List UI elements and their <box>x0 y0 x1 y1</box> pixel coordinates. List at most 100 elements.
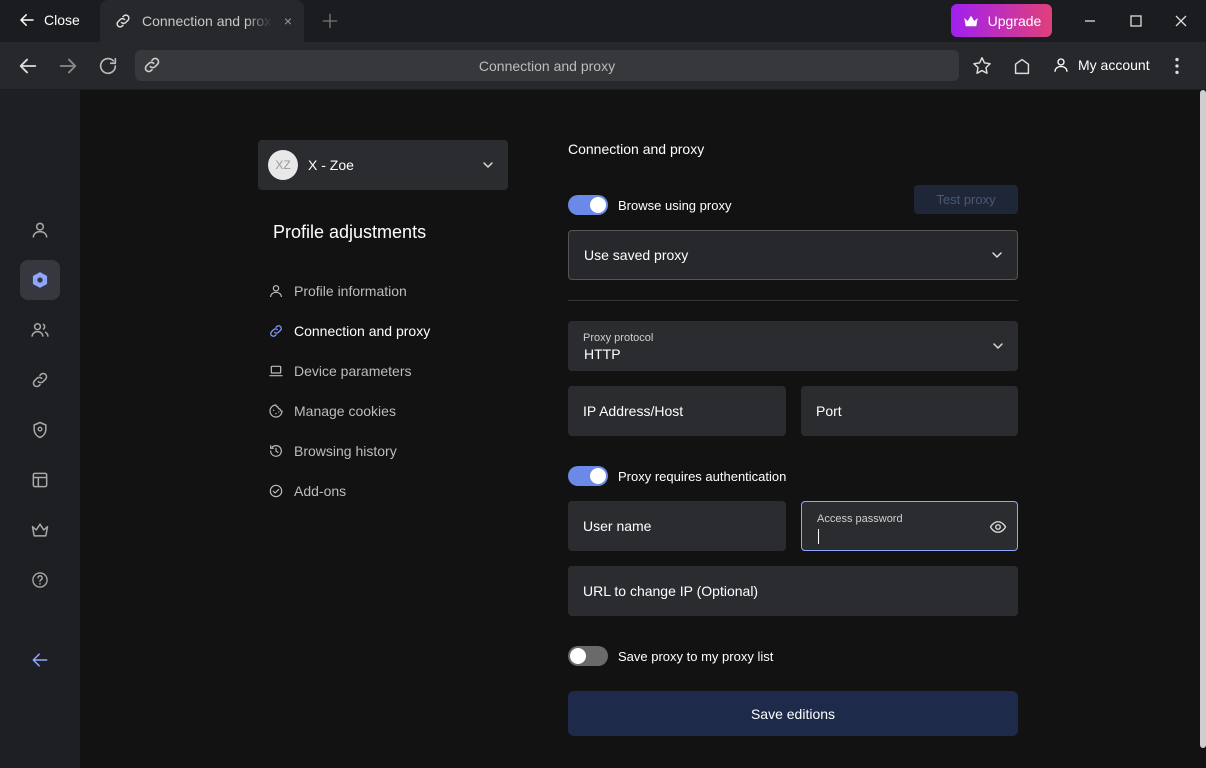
forward-button[interactable] <box>57 55 79 77</box>
users-icon <box>31 323 49 337</box>
saved-proxy-value: Use saved proxy <box>584 247 689 263</box>
maximize-button[interactable] <box>1126 11 1146 31</box>
proxy-auth-label: Proxy requires authentication <box>618 469 787 484</box>
proxy-protocol-select[interactable]: Proxy protocol HTTP <box>568 321 1018 371</box>
help-icon <box>32 572 48 588</box>
chevron-down-icon <box>483 162 493 168</box>
tab-connection-proxy[interactable]: Connection and proxy × <box>100 0 304 42</box>
close-button[interactable]: Close <box>10 6 88 34</box>
port-input[interactable]: Port <box>801 386 1018 436</box>
user-icon <box>270 285 282 298</box>
window-close-button[interactable] <box>1171 11 1191 31</box>
sidebar-item-security[interactable] <box>20 410 60 450</box>
sidebar-item-browser-profiles[interactable] <box>20 260 60 300</box>
tab-close-icon[interactable]: × <box>284 13 292 29</box>
link-icon <box>270 325 282 337</box>
sidebar-item-profile[interactable] <box>20 210 60 250</box>
back-button[interactable] <box>17 55 39 77</box>
menu-item-device-parameters[interactable]: Device parameters <box>268 359 412 383</box>
crown-icon <box>963 15 978 26</box>
browse-proxy-toggle[interactable] <box>568 195 608 215</box>
star-icon <box>973 57 991 74</box>
hexagon-icon <box>32 272 48 288</box>
history-icon <box>270 445 282 457</box>
sidebar-item-help[interactable] <box>20 560 60 600</box>
avatar: XZ <box>268 150 298 180</box>
proxy-protocol-label: Proxy protocol <box>583 332 654 344</box>
address-bar-row: Connection and proxy My account <box>0 42 1206 90</box>
bookmark-button[interactable] <box>971 55 993 77</box>
cookie-icon <box>269 404 283 418</box>
reload-button[interactable] <box>97 55 119 77</box>
sidebar-collapse-button[interactable] <box>20 640 60 680</box>
browse-proxy-label: Browse using proxy <box>618 198 732 213</box>
toggle-knob <box>570 648 586 664</box>
menu-item-connection-proxy[interactable]: Connection and proxy <box>268 319 430 343</box>
arrow-left-icon <box>19 58 37 74</box>
save-proxy-label: Save proxy to my proxy list <box>618 649 774 664</box>
menu-item-label: Add-ons <box>294 483 347 499</box>
more-menu-button[interactable] <box>1166 55 1188 77</box>
close-icon <box>1175 15 1187 27</box>
save-editions-button[interactable]: Save editions <box>568 691 1018 736</box>
crown-icon <box>31 523 49 537</box>
sidebar-item-premium[interactable] <box>20 510 60 550</box>
scrollbar[interactable] <box>1200 90 1206 748</box>
sidebar-item-templates[interactable] <box>20 460 60 500</box>
ip-address-placeholder: IP Address/Host <box>583 403 684 419</box>
change-ip-url-input[interactable]: URL to change IP (Optional) <box>568 566 1018 616</box>
upgrade-button[interactable]: Upgrade <box>951 4 1052 37</box>
profile-name: X - Zoe <box>308 157 354 173</box>
upgrade-label: Upgrade <box>987 12 1042 29</box>
kebab-menu-icon <box>1175 57 1179 75</box>
title-bar: Close Connection and proxy × Upgrade <box>0 0 1206 42</box>
menu-item-browsing-history[interactable]: Browsing history <box>268 439 397 463</box>
toggle-knob <box>590 468 606 484</box>
form-title: Connection and proxy <box>568 141 705 157</box>
laptop-icon <box>269 365 283 377</box>
sidebar-item-team[interactable] <box>20 310 60 350</box>
proxy-auth-toggle[interactable] <box>568 466 608 486</box>
shield-icon <box>33 421 47 439</box>
menu-item-label: Browsing history <box>294 443 397 459</box>
sidebar-item-proxies[interactable] <box>20 360 60 400</box>
profile-selector[interactable]: XZ X - Zoe <box>258 140 508 190</box>
new-tab-button[interactable] <box>320 11 340 31</box>
password-input[interactable]: Access password <box>801 501 1018 551</box>
menu-item-add-ons[interactable]: Add-ons <box>268 479 346 503</box>
tab-label: Connection and proxy <box>142 13 272 29</box>
menu-item-manage-cookies[interactable]: Manage cookies <box>268 399 396 423</box>
test-proxy-button[interactable]: Test proxy <box>914 185 1018 214</box>
url-text: Connection and proxy <box>478 58 616 74</box>
home-icon <box>1014 58 1030 75</box>
link-icon <box>32 372 48 388</box>
user-icon <box>32 222 48 238</box>
chevron-down-icon <box>992 252 1002 258</box>
username-input[interactable]: User name <box>568 501 786 551</box>
layout-icon <box>32 472 48 488</box>
minimize-button[interactable] <box>1080 11 1100 31</box>
minimize-icon <box>1085 20 1095 22</box>
menu-item-label: Profile information <box>294 283 407 299</box>
menu-item-label: Device parameters <box>294 363 412 379</box>
url-bar[interactable]: Connection and proxy <box>135 50 959 81</box>
divider <box>568 300 1018 301</box>
maximize-icon <box>1130 15 1142 27</box>
menu-item-profile-information[interactable]: Profile information <box>268 279 407 303</box>
home-button[interactable] <box>1011 55 1033 77</box>
my-account-label: My account <box>1078 57 1150 73</box>
page-title: Profile adjustments <box>273 222 427 242</box>
reload-icon <box>99 57 117 75</box>
ip-address-input[interactable]: IP Address/Host <box>568 386 786 436</box>
arrow-left-icon <box>20 14 34 26</box>
saved-proxy-select[interactable]: Use saved proxy <box>568 230 1018 280</box>
icon-sidebar <box>0 90 80 768</box>
toggle-knob <box>590 197 606 213</box>
check-circle-icon <box>269 484 283 498</box>
arrow-left-icon <box>32 653 48 667</box>
menu-item-label: Connection and proxy <box>294 323 431 339</box>
save-proxy-toggle[interactable] <box>568 646 608 666</box>
eye-icon[interactable] <box>989 518 1007 536</box>
my-account-button[interactable]: My account <box>1052 53 1150 77</box>
menu-item-label: Manage cookies <box>294 403 396 419</box>
